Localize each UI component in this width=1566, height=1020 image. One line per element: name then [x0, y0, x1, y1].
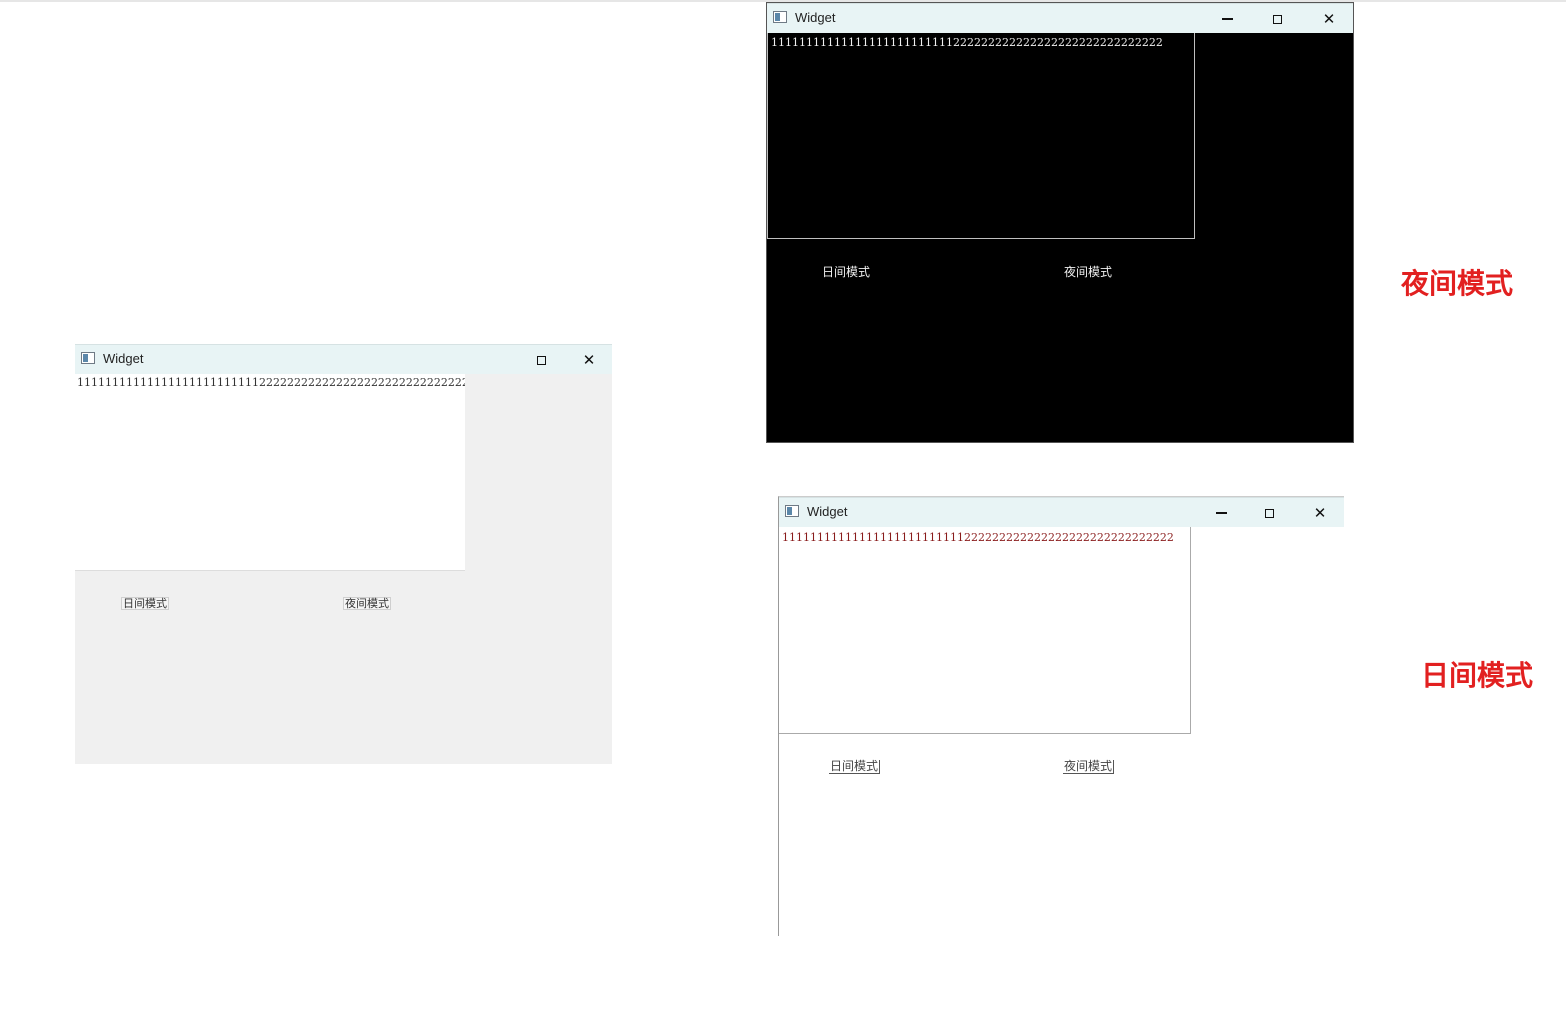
maximize-icon [1272, 14, 1282, 24]
close-icon: ✕ [1322, 10, 1336, 28]
window-title: Widget [103, 351, 144, 366]
window-client-area: 1111111111111111111111111122222222222222… [779, 527, 1344, 936]
night-mode-button[interactable]: 夜间模式 [1063, 760, 1115, 774]
text-edit[interactable]: 1111111111111111111111111122222222222222… [779, 527, 1191, 734]
window-client-area: 1111111111111111111111111122222222222222… [75, 374, 612, 764]
day-mode-label: 日间模式 [1421, 659, 1534, 692]
night-mode-button[interactable]: 夜间模式 [343, 597, 391, 610]
title-bar[interactable]: Widget ✕ [779, 497, 1344, 527]
maximize-button[interactable] [1246, 498, 1292, 528]
app-window-icon [81, 352, 95, 364]
maximize-icon [536, 355, 546, 365]
text-edit-content: 1111111111111111111111111122222222222222… [782, 531, 1174, 544]
app-window-icon [785, 505, 799, 517]
widget-window-default: Widget ✕ 1111111111111111111111111122222… [75, 344, 612, 764]
text-edit[interactable]: 1111111111111111111111111122222222222222… [767, 33, 1195, 239]
night-mode-label: 夜间模式 [1401, 267, 1514, 300]
day-mode-button[interactable]: 日间模式 [822, 263, 870, 280]
text-edit[interactable]: 1111111111111111111111111122222222222222… [75, 374, 465, 571]
minimize-icon [1221, 18, 1233, 20]
text-edit-content: 1111111111111111111111111122222222222222… [771, 36, 1163, 49]
minimize-button[interactable] [1204, 4, 1250, 34]
close-icon: ✕ [1313, 504, 1327, 522]
title-bar[interactable]: Widget ✕ [767, 3, 1353, 33]
widget-window-night: Widget ✕ 1111111111111111111111111122222… [766, 2, 1354, 443]
minimize-button[interactable] [1198, 498, 1244, 528]
close-icon: ✕ [582, 351, 596, 369]
text-edit-content: 1111111111111111111111111122222222222222… [77, 376, 465, 389]
maximize-icon [1264, 508, 1274, 518]
day-mode-button[interactable]: 日间模式 [121, 597, 169, 610]
day-mode-button[interactable]: 日间模式 [829, 760, 881, 774]
minimize-icon [1215, 512, 1227, 514]
close-button[interactable]: ✕ [566, 345, 612, 375]
window-title: Widget [807, 504, 848, 519]
window-title: Widget [795, 10, 836, 25]
night-mode-button[interactable]: 夜间模式 [1064, 263, 1112, 280]
app-window-icon [773, 11, 787, 23]
maximize-button[interactable] [1254, 4, 1300, 34]
maximize-button[interactable] [518, 345, 564, 375]
close-button[interactable]: ✕ [1297, 498, 1343, 528]
window-client-area: 1111111111111111111111111122222222222222… [767, 33, 1353, 442]
title-bar[interactable]: Widget ✕ [75, 344, 612, 374]
close-button[interactable]: ✕ [1306, 4, 1352, 34]
widget-window-day: Widget ✕ 1111111111111111111111111122222… [778, 496, 1344, 936]
